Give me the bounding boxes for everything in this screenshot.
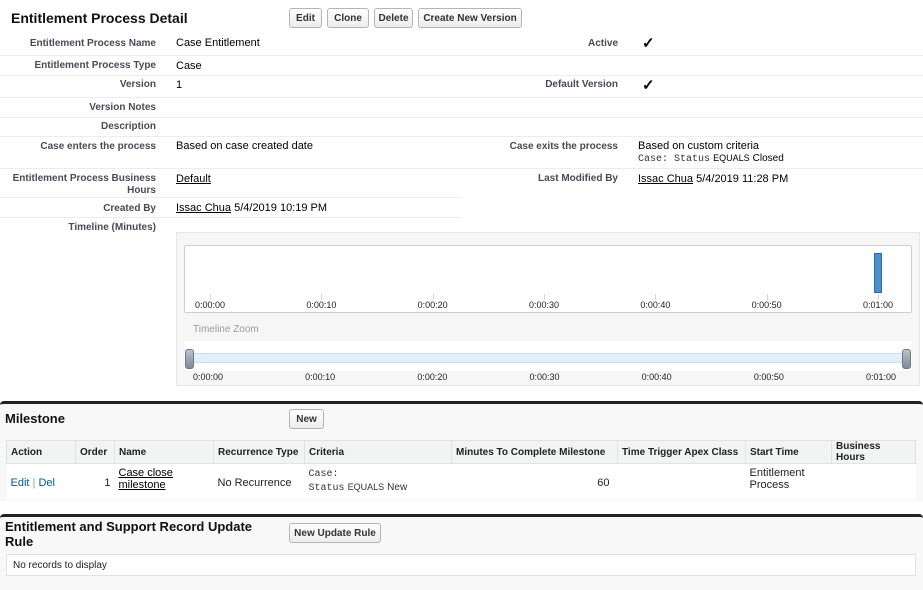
timeline-chart: 0:00:00 0:00:10 0:00:20 0:00:30 0:00:40 0:00:…	[184, 245, 912, 313]
criteria-value: Closed	[752, 153, 784, 164]
timeline-zoom-track[interactable]	[188, 353, 908, 363]
active-check-icon: ✓	[642, 35, 655, 52]
new-update-rule-button[interactable]: New Update Rule	[289, 523, 381, 543]
created-by-label: Created By	[103, 203, 156, 214]
column-header: Order	[75, 440, 115, 464]
page-title: Entitlement Process Detail	[11, 10, 188, 26]
last-modified-label: Last Modified By	[537, 173, 618, 184]
divider	[0, 55, 923, 56]
zoom-tick-label: 0:00:10	[305, 372, 336, 382]
description-label: Description	[100, 121, 156, 132]
timeline-tick-label: 0:00:00	[194, 300, 226, 310]
column-header: Start Time	[745, 440, 832, 464]
start-time-cell: Entitlement Process	[745, 463, 832, 500]
divider	[0, 217, 462, 218]
criteria-cell: Case: Status EQUALS New	[304, 463, 452, 500]
created-by-value: Issac Chua 5/4/2019 10:19 PM	[176, 202, 327, 214]
column-header: Time Trigger Apex Class	[617, 440, 746, 464]
timeline-tick-label: 0:00:40	[640, 300, 671, 310]
timeline-label: Timeline (Minutes)	[68, 222, 156, 233]
table-row: Edit | Del 1 Case close milestone No Rec…	[6, 463, 916, 500]
created-user-link[interactable]: Issac Chua	[176, 202, 231, 214]
timeline-zoom-label: Timeline Zoom	[193, 324, 259, 335]
zoom-tick-label: 0:00:20	[417, 372, 448, 382]
column-header: Criteria	[304, 440, 452, 464]
case-exits-value: Based on custom criteria	[638, 140, 760, 152]
version-value: 1	[176, 79, 183, 91]
delete-button[interactable]: Delete	[374, 8, 413, 28]
action-cell: Edit | Del	[6, 463, 76, 500]
process-type-label: Entitlement Process Type	[34, 60, 156, 71]
column-header: Name	[114, 440, 214, 464]
criteria-operator: EQUALS	[713, 153, 750, 163]
divider	[0, 75, 923, 76]
timeline-tick-label: 0:00:10	[306, 300, 337, 310]
divider	[0, 136, 923, 137]
column-header: Action	[6, 440, 76, 464]
zoom-tick-label: 0:01:00	[865, 372, 897, 382]
divider	[0, 197, 462, 198]
last-modified-value: Issac Chua 5/4/2019 11:28 PM	[638, 173, 788, 185]
zoom-tick-label: 0:00:40	[641, 372, 672, 382]
column-header: Recurrence Type	[213, 440, 305, 464]
case-enters-label: Case enters the process	[40, 141, 156, 152]
criteria-operator: EQUALS	[347, 482, 385, 492]
default-version-label: Default Version	[545, 79, 618, 90]
version-label: Version	[119, 79, 156, 90]
divider	[0, 168, 923, 169]
update-rule-title: Entitlement and Support Record Update Ru…	[5, 519, 253, 549]
business-hours-label: Entitlement Process Business Hours	[12, 173, 156, 196]
timeline-tick-label: 0:00:20	[417, 300, 448, 310]
zoom-start-handle[interactable]	[185, 349, 194, 369]
action-separator: |	[32, 477, 36, 489]
version-notes-label: Version Notes	[89, 102, 156, 113]
divider	[0, 97, 923, 98]
timeline-tick-label: 0:00:30	[528, 300, 560, 310]
column-header: Minutes To Complete Milestone	[451, 440, 618, 464]
case-exits-label: Case exits the process	[509, 141, 618, 152]
empty-records-message: No records to display	[6, 554, 916, 576]
order-cell: 1	[75, 463, 115, 500]
recurrence-cell: No Recurrence	[213, 463, 305, 500]
case-exits-criteria: Case: Status EQUALS Closed	[638, 152, 784, 165]
divider	[0, 117, 923, 118]
modified-user-link[interactable]: Issac Chua	[638, 173, 693, 185]
milestone-name-link[interactable]: Case close milestone	[119, 467, 173, 491]
clone-button[interactable]: Clone	[327, 8, 369, 28]
process-name-value: Case Entitlement	[176, 37, 260, 49]
created-date: 5/4/2019 10:19 PM	[234, 202, 328, 214]
default-version-check-icon: ✓	[642, 77, 655, 94]
criteria-object: Case:	[308, 469, 339, 480]
delete-milestone-link[interactable]: Del	[38, 477, 55, 489]
new-milestone-button[interactable]: New	[289, 409, 324, 429]
zoom-tick-label: 0:00:00	[192, 372, 224, 382]
business-hours-cell	[831, 463, 916, 500]
timeline-tick-label: 0:01:00	[862, 300, 894, 310]
create-new-version-button[interactable]: Create New Version	[418, 8, 522, 28]
criteria-value: New	[387, 482, 408, 493]
edit-button[interactable]: Edit	[289, 8, 322, 28]
timeline-tick-label: 0:00:50	[751, 300, 782, 310]
milestone-title: Milestone	[5, 411, 65, 426]
case-enters-value: Based on case created date	[176, 140, 313, 152]
milestone-table: Action Order Name Recurrence Type Criter…	[6, 440, 916, 500]
apex-class-cell	[617, 463, 746, 500]
business-hours-link[interactable]: Default	[176, 173, 211, 185]
active-label: Active	[587, 38, 618, 49]
process-type-value: Case	[176, 60, 202, 72]
criteria-field: Status	[308, 483, 345, 494]
zoom-tick-label: 0:00:50	[753, 372, 784, 382]
zoom-tick-label: 0:00:30	[529, 372, 560, 382]
process-name-label: Entitlement Process Name	[29, 38, 156, 49]
minutes-cell: 60	[451, 463, 618, 500]
column-header: Business Hours	[831, 440, 916, 464]
zoom-end-handle[interactable]	[902, 349, 911, 369]
edit-milestone-link[interactable]: Edit	[11, 477, 30, 489]
milestone-timeline-bar[interactable]	[874, 253, 882, 293]
criteria-field: Case: Status	[638, 154, 711, 165]
name-cell: Case close milestone	[114, 463, 214, 500]
modified-date: 5/4/2019 11:28 PM	[696, 173, 789, 185]
